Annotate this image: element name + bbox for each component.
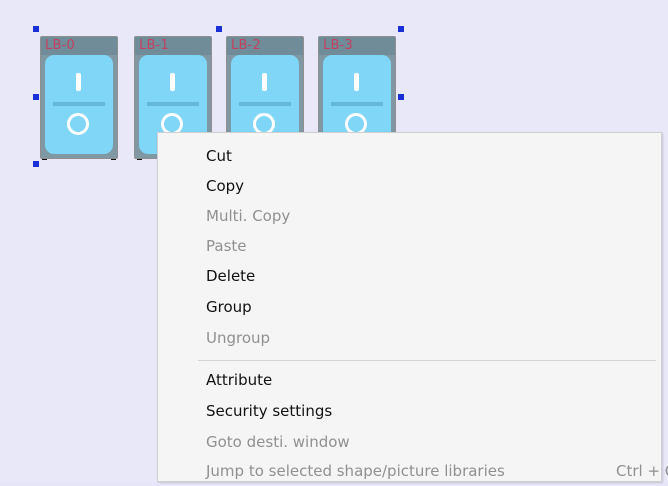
switch-divider [239,102,291,106]
menu-item-attribute[interactable]: Attribute [206,365,272,395]
menu-item-paste[interactable]: Paste [206,231,247,261]
switch-label: LB-1 [139,38,169,53]
selection-handle-mid-left[interactable] [33,94,39,100]
toggle-switch-lb-0[interactable]: LB-0 [40,36,118,159]
context-menu[interactable]: Cut Copy Multi. Copy Paste Delete Group … [157,132,668,482]
switch-rocker[interactable] [45,55,113,154]
menu-item-security-settings[interactable]: Security settings [206,396,332,426]
menu-item-delete[interactable]: Delete [206,261,255,291]
power-on-icon [76,73,81,91]
switch-divider [53,102,105,106]
menu-item-copy[interactable]: Copy [206,171,244,201]
power-on-icon [354,73,359,91]
selection-handle-bottom-left[interactable] [33,161,39,167]
switch-label: LB-0 [45,38,75,53]
switch-label: LB-2 [231,38,261,53]
menu-item-cut[interactable]: Cut [206,141,232,171]
switch-label: LB-3 [323,38,353,53]
power-off-icon [67,113,89,135]
selection-handle-mid-right[interactable] [398,94,404,100]
switch-divider [331,102,383,106]
selection-handle-top-left[interactable] [33,26,39,32]
design-canvas[interactable]: LB-0 LB-1 LB-2 LB-3 Cut Copy Multi. Copy… [0,0,668,482]
menu-item-group[interactable]: Group [206,292,252,322]
menu-item-jump-label: Jump to selected shape/picture libraries [206,462,505,480]
power-on-icon [170,73,175,91]
menu-separator [198,360,656,361]
switch-divider [147,102,199,106]
selection-handle-top-right[interactable] [398,26,404,32]
menu-item-goto-destination-window[interactable]: Goto desti. window [206,427,350,457]
power-on-icon [262,73,267,91]
menu-item-ungroup[interactable]: Ungroup [206,323,270,353]
selection-handle-top-mid[interactable] [216,26,222,32]
menu-item-multi-copy[interactable]: Multi. Copy [206,201,290,231]
